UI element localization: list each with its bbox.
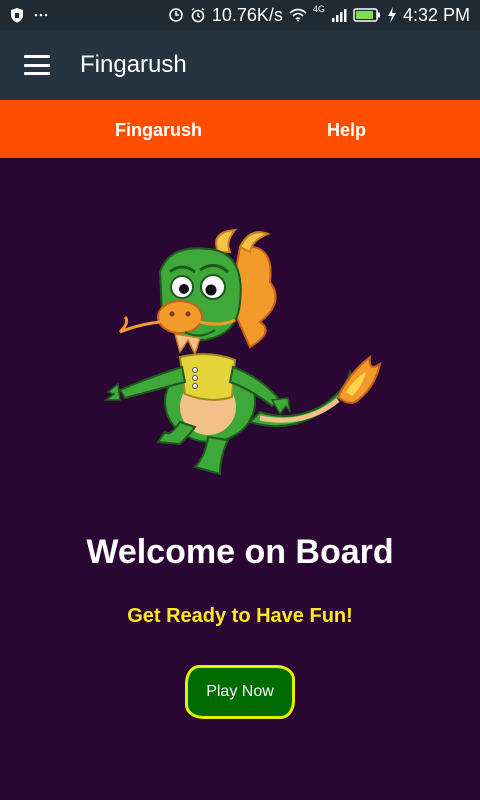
more-dots-icon — [34, 12, 48, 18]
welcome-heading: Welcome on Board — [86, 533, 394, 571]
app-title: Fingarush — [80, 51, 187, 78]
status-bar: 10.76K/s 4G 4:32 PM — [0, 0, 480, 30]
shield-icon — [10, 7, 24, 23]
dragon-mascot-illustration — [103, 228, 382, 476]
tab-fingarush[interactable]: Fingarush — [115, 120, 202, 141]
battery-icon — [353, 8, 381, 22]
network-type: 4G — [312, 4, 325, 14]
wifi-icon — [289, 8, 307, 22]
welcome-subtitle: Get Ready to Have Fun! — [127, 605, 353, 627]
sync-icon — [168, 7, 184, 23]
signal-icon — [331, 8, 347, 22]
alarm-icon — [190, 7, 206, 23]
play-now-button[interactable]: Play Now — [185, 665, 295, 719]
status-right-group: 10.76K/s 4G 4:32 PM — [168, 4, 470, 26]
status-left-group — [10, 7, 48, 23]
network-speed: 10.76K/s — [211, 4, 283, 25]
tab-bar: Fingarush Help — [0, 100, 480, 158]
charging-icon — [387, 7, 397, 23]
menu-icon[interactable] — [24, 55, 50, 75]
clock-time: 4:32 PM — [402, 4, 470, 25]
app-toolbar: Fingarush — [0, 30, 480, 100]
tab-help[interactable]: Help — [327, 120, 366, 141]
